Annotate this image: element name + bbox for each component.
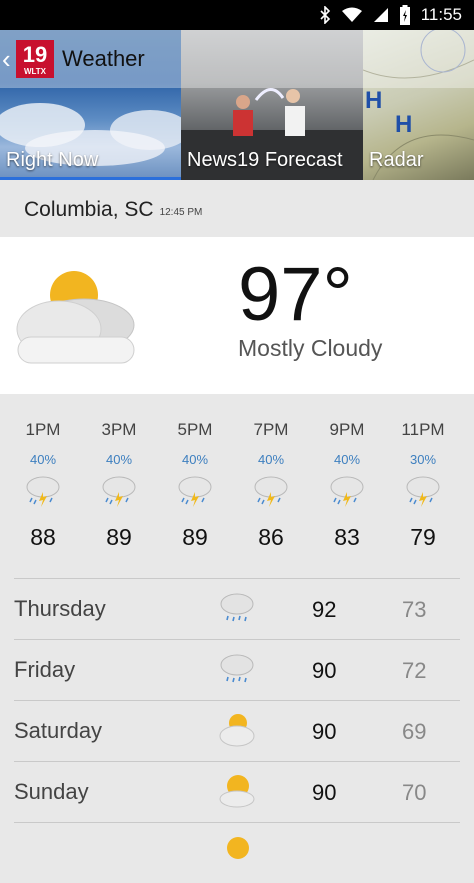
sun-icon xyxy=(227,837,249,859)
daily-row[interactable]: Friday 90 72 xyxy=(14,639,460,700)
thunderstorm-icon xyxy=(406,476,440,507)
tab-label: Right Now xyxy=(6,149,99,171)
rain-cloud-icon xyxy=(220,654,254,683)
day-name: Thursday xyxy=(14,596,106,621)
hour-time: 1PM xyxy=(25,420,61,439)
svg-text:H: H xyxy=(395,111,412,138)
location-name: Columbia, SC xyxy=(24,197,154,221)
day-low: 69 xyxy=(402,719,427,744)
daily-forecast: Thursday 92 73 Friday 90 72 Saturday 90 … xyxy=(14,578,460,883)
chevron-left-icon[interactable]: ‹ xyxy=(2,44,14,75)
daily-row[interactable]: Saturday 90 69 xyxy=(14,700,460,761)
tab-label: Radar xyxy=(369,149,424,171)
station-logo[interactable]: 19 WLTX xyxy=(16,40,54,78)
daily-row[interactable]: Sunday 90 70 xyxy=(14,761,460,822)
thunderstorm-icon xyxy=(178,476,212,507)
day-name: Sunday xyxy=(14,779,89,804)
day-low: 72 xyxy=(402,658,427,683)
precip-chance: 30% xyxy=(409,452,437,467)
wifi-icon xyxy=(341,7,363,23)
thunderstorm-icon xyxy=(26,476,60,507)
day-high: 90 xyxy=(312,780,337,805)
day-high: 90 xyxy=(312,719,337,744)
day-high: 90 xyxy=(312,658,337,683)
rain-cloud-icon xyxy=(220,593,254,622)
current-temperature: 97° xyxy=(238,252,353,337)
current-conditions: 97° Mostly Cloudy xyxy=(0,237,474,394)
hour-time: 9PM xyxy=(329,420,365,439)
precip-chance: 40% xyxy=(181,452,209,467)
precip-chance: 40% xyxy=(29,452,57,467)
location-header: Columbia, SC 12:45 PM xyxy=(0,182,474,237)
thunderstorm-icon xyxy=(330,476,364,507)
day-low: 73 xyxy=(402,597,427,622)
day-name: Friday xyxy=(14,657,76,682)
tab-label: News19 Forecast xyxy=(187,149,343,171)
battery-icon xyxy=(399,5,411,25)
hour-temperature: 89 xyxy=(106,524,132,550)
hour-temperature: 83 xyxy=(334,524,360,550)
hour-time: 5PM xyxy=(177,420,213,439)
precip-chance: 40% xyxy=(333,452,361,467)
status-bar: 11:55 xyxy=(0,0,474,30)
hour-temperature: 88 xyxy=(30,524,56,550)
hour-temperature: 89 xyxy=(182,524,208,550)
svg-text:H: H xyxy=(365,87,382,114)
partly-cloudy-icon xyxy=(219,714,255,747)
hourly-forecast: 1PM 40% 88 3PM 40% 89 5PM 40% 89 7PM 40%… xyxy=(0,394,474,579)
thunderstorm-icon xyxy=(102,476,136,507)
thunderstorm-icon xyxy=(254,476,288,507)
signal-icon xyxy=(373,7,389,23)
day-high: 92 xyxy=(312,597,337,622)
partly-cloudy-icon xyxy=(16,271,135,364)
precip-chance: 40% xyxy=(257,452,285,467)
daily-row[interactable]: Thursday 92 73 xyxy=(14,578,460,639)
hour-temperature: 79 xyxy=(410,524,436,550)
hour-time: 7PM xyxy=(253,420,289,439)
bluetooth-icon xyxy=(319,6,331,24)
day-name: Saturday xyxy=(14,718,103,743)
partly-cloudy-icon xyxy=(219,775,255,808)
app-title: Weather xyxy=(62,46,145,71)
hour-temperature: 86 xyxy=(258,524,284,550)
logo-call-letters: WLTX xyxy=(23,67,47,76)
logo-number: 19 xyxy=(22,42,48,67)
hour-time: 11PM xyxy=(401,420,445,439)
day-low: 70 xyxy=(402,780,427,805)
selected-tab-indicator xyxy=(0,177,181,180)
app-bar: ‹ 19 WLTX Weather xyxy=(0,30,474,88)
status-time: 11:55 xyxy=(420,5,462,24)
location-time: 12:45 PM xyxy=(159,207,203,218)
hour-time: 3PM xyxy=(101,420,137,439)
precip-chance: 40% xyxy=(105,452,133,467)
daily-row-partial[interactable] xyxy=(14,822,460,883)
current-condition: Mostly Cloudy xyxy=(238,335,383,361)
